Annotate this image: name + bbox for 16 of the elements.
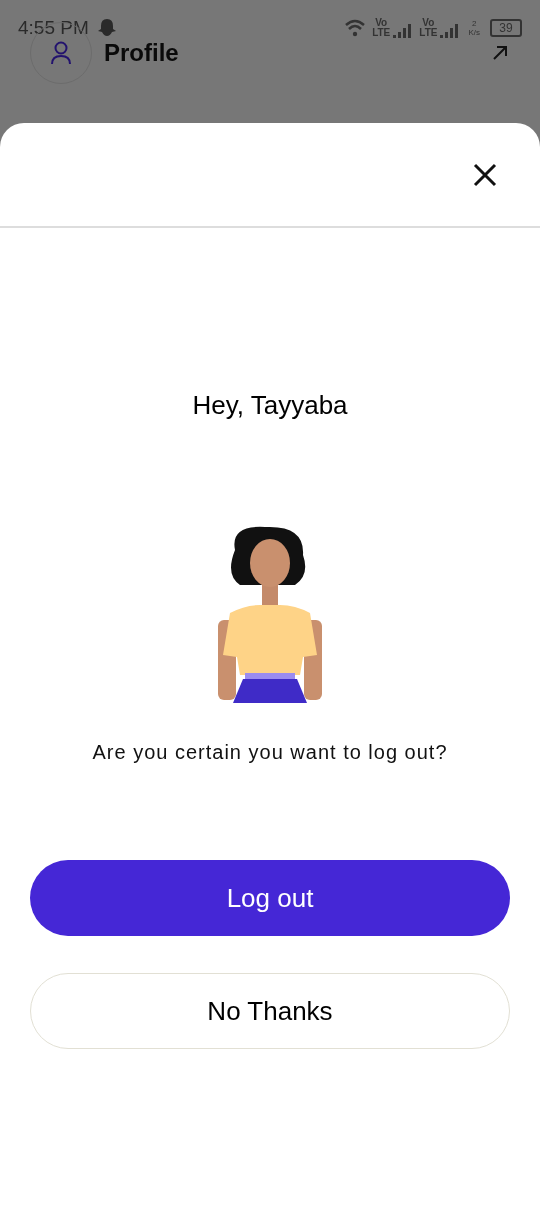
status-time: 4:55 PM [18, 16, 89, 40]
page-title: Profile [104, 38, 179, 68]
network-type-label: Vo LTE [372, 18, 391, 39]
cancel-button[interactable]: No Thanks [30, 973, 510, 1049]
greeting: Hey, Tayyaba [192, 389, 348, 422]
ghost-icon [96, 18, 117, 39]
signal-icon [440, 24, 461, 39]
arrow-icon[interactable] [492, 45, 508, 61]
logout-button[interactable]: Log out [30, 860, 510, 936]
signal-icon [393, 24, 414, 39]
user-icon [50, 41, 72, 65]
close-icon [473, 162, 497, 187]
wifi-icon [344, 19, 367, 38]
logout-message: Are you certain you want to log out? [91, 740, 449, 765]
network-type-label: Vo LTE [419, 18, 438, 39]
battery-icon: 39 [490, 19, 522, 38]
